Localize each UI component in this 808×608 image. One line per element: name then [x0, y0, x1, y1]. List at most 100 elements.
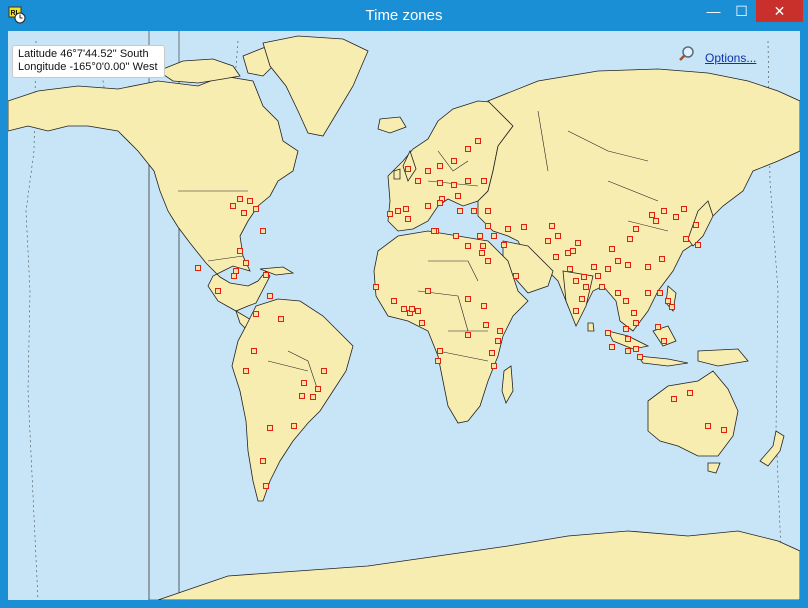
close-button[interactable]: ✕	[756, 0, 803, 22]
city-marker[interactable]	[395, 208, 401, 214]
city-marker[interactable]	[575, 240, 581, 246]
city-marker[interactable]	[481, 303, 487, 309]
city-marker[interactable]	[623, 326, 629, 332]
city-marker[interactable]	[409, 306, 415, 312]
city-marker[interactable]	[591, 264, 597, 270]
city-marker[interactable]	[579, 296, 585, 302]
city-marker[interactable]	[595, 273, 601, 279]
city-marker[interactable]	[267, 293, 273, 299]
city-marker[interactable]	[253, 311, 259, 317]
city-marker[interactable]	[627, 236, 633, 242]
city-marker[interactable]	[687, 390, 693, 396]
city-marker[interactable]	[485, 208, 491, 214]
city-marker[interactable]	[405, 216, 411, 222]
city-marker[interactable]	[633, 226, 639, 232]
city-marker[interactable]	[489, 350, 495, 356]
city-marker[interactable]	[425, 288, 431, 294]
city-marker[interactable]	[521, 224, 527, 230]
city-marker[interactable]	[649, 212, 655, 218]
city-marker[interactable]	[373, 284, 379, 290]
title-bar[interactable]: RI Time zones — ☐ ✕	[0, 0, 808, 31]
city-marker[interactable]	[387, 211, 393, 217]
city-marker[interactable]	[653, 218, 659, 224]
city-marker[interactable]	[310, 394, 316, 400]
city-marker[interactable]	[485, 258, 491, 264]
city-marker[interactable]	[243, 260, 249, 266]
city-marker[interactable]	[570, 248, 576, 254]
city-marker[interactable]	[505, 226, 511, 232]
city-marker[interactable]	[437, 163, 443, 169]
minimize-button[interactable]: —	[700, 0, 727, 22]
city-marker[interactable]	[633, 320, 639, 326]
city-marker[interactable]	[451, 182, 457, 188]
city-marker[interactable]	[657, 290, 663, 296]
city-marker[interactable]	[565, 250, 571, 256]
city-marker[interactable]	[251, 348, 257, 354]
city-marker[interactable]	[299, 393, 305, 399]
city-marker[interactable]	[247, 198, 253, 204]
city-marker[interactable]	[465, 243, 471, 249]
city-marker[interactable]	[453, 233, 459, 239]
city-marker[interactable]	[553, 254, 559, 260]
magnifier-icon[interactable]	[678, 45, 696, 63]
city-marker[interactable]	[695, 242, 701, 248]
city-marker[interactable]	[623, 298, 629, 304]
city-marker[interactable]	[721, 427, 727, 433]
city-marker[interactable]	[263, 272, 269, 278]
city-marker[interactable]	[545, 238, 551, 244]
city-marker[interactable]	[615, 290, 621, 296]
city-marker[interactable]	[321, 368, 327, 374]
city-marker[interactable]	[599, 284, 605, 290]
city-marker[interactable]	[195, 265, 201, 271]
city-marker[interactable]	[437, 200, 443, 206]
city-marker[interactable]	[671, 396, 677, 402]
city-marker[interactable]	[233, 268, 239, 274]
city-marker[interactable]	[437, 180, 443, 186]
city-marker[interactable]	[230, 203, 236, 209]
city-marker[interactable]	[581, 274, 587, 280]
city-marker[interactable]	[605, 266, 611, 272]
city-marker[interactable]	[645, 290, 651, 296]
city-marker[interactable]	[431, 228, 437, 234]
city-marker[interactable]	[555, 233, 561, 239]
city-marker[interactable]	[267, 425, 273, 431]
city-marker[interactable]	[633, 346, 639, 352]
city-marker[interactable]	[693, 222, 699, 228]
city-marker[interactable]	[681, 206, 687, 212]
city-marker[interactable]	[435, 358, 441, 364]
city-marker[interactable]	[401, 306, 407, 312]
city-marker[interactable]	[495, 338, 501, 344]
city-marker[interactable]	[665, 298, 671, 304]
city-marker[interactable]	[260, 458, 266, 464]
city-marker[interactable]	[237, 248, 243, 254]
city-marker[interactable]	[405, 166, 411, 172]
city-marker[interactable]	[583, 284, 589, 290]
city-marker[interactable]	[669, 304, 675, 310]
city-marker[interactable]	[501, 242, 507, 248]
city-marker[interactable]	[479, 250, 485, 256]
city-marker[interactable]	[391, 298, 397, 304]
city-marker[interactable]	[425, 168, 431, 174]
city-marker[interactable]	[415, 308, 421, 314]
city-marker[interactable]	[465, 178, 471, 184]
city-marker[interactable]	[451, 158, 457, 164]
city-marker[interactable]	[465, 146, 471, 152]
city-marker[interactable]	[485, 223, 491, 229]
city-marker[interactable]	[425, 203, 431, 209]
city-marker[interactable]	[683, 236, 689, 242]
city-marker[interactable]	[465, 332, 471, 338]
city-marker[interactable]	[625, 336, 631, 342]
world-map-area[interactable]: Latitude 46°7'44.52'' South Longitude -1…	[8, 31, 800, 600]
city-marker[interactable]	[705, 423, 711, 429]
city-marker[interactable]	[253, 206, 259, 212]
city-marker[interactable]	[631, 310, 637, 316]
city-marker[interactable]	[260, 228, 266, 234]
city-marker[interactable]	[231, 273, 237, 279]
maximize-button[interactable]: ☐	[728, 0, 755, 22]
city-marker[interactable]	[491, 233, 497, 239]
city-marker[interactable]	[645, 264, 651, 270]
city-marker[interactable]	[403, 206, 409, 212]
city-marker[interactable]	[615, 258, 621, 264]
city-marker[interactable]	[215, 288, 221, 294]
city-marker[interactable]	[549, 223, 555, 229]
